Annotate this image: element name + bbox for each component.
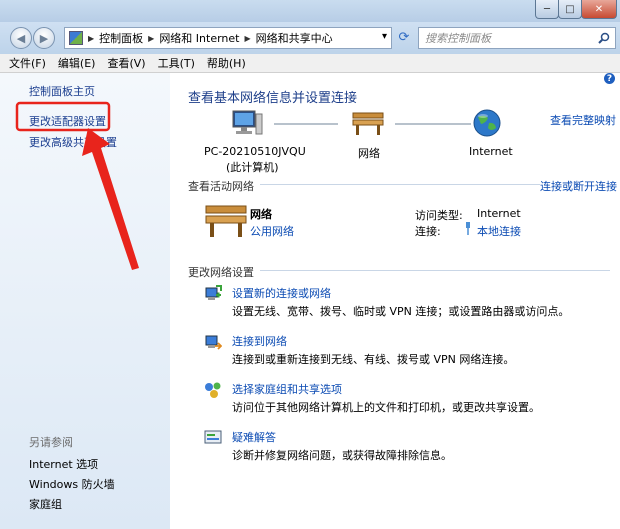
connect-network-icon (205, 335, 222, 350)
maximize-icon: □ (565, 3, 575, 15)
sidebar-homegroup[interactable]: 家庭组 (29, 496, 62, 512)
close-icon: ✕ (594, 3, 604, 15)
forward-button[interactable]: ▶ (33, 27, 55, 49)
network-label: 网络 (358, 147, 380, 160)
internet-label: Internet (469, 145, 513, 158)
sidebar-windows-firewall[interactable]: Windows 防火墙 (29, 476, 115, 492)
breadcrumb-network-sharing[interactable]: 网络和共享中心 (256, 30, 333, 46)
view-full-map-link[interactable]: 查看完整映射 (550, 112, 616, 128)
change-settings-heading: 更改网络设置 (188, 266, 254, 279)
pc-name: PC-20210510JVQU (204, 145, 306, 158)
active-network-name: 网络 (250, 208, 272, 221)
active-networks-heading: 查看活动网络 (188, 180, 254, 193)
troubleshoot-icon (204, 430, 222, 444)
search-input[interactable]: 搜索控制面板 (418, 27, 616, 49)
map-connector (274, 123, 338, 125)
control-panel-icon (69, 31, 83, 45)
access-type-label: 访问类型: (415, 209, 463, 222)
search-placeholder: 搜索控制面板 (425, 32, 491, 45)
menu-edit[interactable]: 编辑(E) (58, 55, 96, 71)
connect-to-network-link[interactable]: 连接到网络 (232, 333, 287, 349)
page-title: 查看基本网络信息并设置连接 (188, 91, 358, 106)
maximize-button[interactable]: □ (558, 0, 582, 19)
crumb-separator-icon[interactable]: ▶ (88, 34, 94, 43)
homegroup-sharing-description: 访问位于其他网络计算机上的文件和打印机，或更改共享设置。 (232, 401, 540, 414)
sidebar-internet-options[interactable]: Internet 选项 (29, 456, 98, 472)
connection-label: 连接: (415, 225, 441, 238)
help-button[interactable]: ? (604, 73, 615, 84)
sidebar-control-panel-home[interactable]: 控制面板主页 (29, 83, 95, 99)
computer-icon (232, 110, 263, 135)
refresh-button[interactable]: ⟳ (394, 27, 414, 47)
setup-connection-link[interactable]: 设置新的连接或网络 (232, 285, 331, 301)
crumb-separator-icon[interactable]: ▶ (245, 34, 251, 43)
internet-globe-icon (473, 109, 501, 137)
sidebar: 控制面板主页 更改适配器设置 更改高级共享设置 另请参阅 Internet 选项… (0, 73, 170, 529)
menu-view[interactable]: 查看(V) (107, 55, 145, 71)
new-connection-icon (205, 285, 222, 300)
refresh-icon: ⟳ (398, 29, 410, 45)
access-type-value: Internet (477, 207, 521, 220)
homegroup-sharing-link[interactable]: 选择家庭组和共享选项 (232, 381, 342, 397)
map-connector (395, 123, 471, 125)
back-button[interactable]: ◀ (10, 27, 32, 49)
sidebar-change-adapter-settings[interactable]: 更改适配器设置 (29, 113, 106, 129)
network-bench-icon (352, 112, 384, 135)
homegroup-icon (205, 382, 221, 398)
address-bar[interactable]: ▶ 控制面板 ▶ 网络和 Internet ▶ 网络和共享中心 ▾ (64, 27, 392, 49)
address-dropdown-icon[interactable]: ▾ (382, 31, 387, 42)
help-icon: ? (606, 73, 613, 84)
address-row: ◀ ▶ ▶ 控制面板 ▶ 网络和 Internet ▶ 网络和共享中心 ▾ ⟳ … (0, 22, 620, 54)
network-bench-icon (205, 205, 247, 237)
breadcrumb-control-panel[interactable]: 控制面板 (99, 30, 143, 46)
close-button[interactable]: ✕ (581, 0, 617, 19)
plug-icon (466, 222, 470, 235)
menu-file[interactable]: 文件(F) (9, 55, 46, 71)
back-arrow-icon: ◀ (16, 31, 26, 45)
forward-arrow-icon: ▶ (39, 31, 49, 45)
menu-bar: 文件(F) 编辑(E) 查看(V) 工具(T) 帮助(H) (0, 54, 620, 73)
connect-disconnect-link[interactable]: 连接或断开连接 (540, 178, 617, 194)
pc-sublabel: (此计算机) (226, 161, 279, 174)
divider (260, 270, 610, 271)
minimize-button[interactable]: ─ (535, 0, 559, 19)
setup-connection-description: 设置无线、宽带、拨号、临时或 VPN 连接；或设置路由器或访问点。 (232, 305, 570, 318)
local-connection-link[interactable]: 本地连接 (477, 223, 521, 239)
search-icon[interactable] (598, 32, 610, 44)
breadcrumb-network-internet[interactable]: 网络和 Internet (159, 30, 239, 46)
troubleshoot-description: 诊断并修复网络问题，或获得故障排除信息。 (232, 449, 452, 462)
crumb-separator-icon[interactable]: ▶ (148, 34, 154, 43)
network-type-link[interactable]: 公用网络 (250, 223, 294, 239)
sidebar-change-advanced-sharing[interactable]: 更改高级共享设置 (29, 134, 117, 150)
menu-tools[interactable]: 工具(T) (158, 55, 195, 71)
main-panel: ? 查看基本网络信息并设置连接 查看完整映射 PC-20210510JVQU (… (170, 73, 620, 529)
troubleshoot-link[interactable]: 疑难解答 (232, 429, 276, 445)
menu-help[interactable]: 帮助(H) (207, 55, 246, 71)
see-also-heading: 另请参阅 (29, 436, 73, 449)
divider (260, 184, 540, 185)
minimize-icon: ─ (543, 3, 551, 15)
connect-to-network-description: 连接到或重新连接到无线、有线、拨号或 VPN 网络连接。 (232, 353, 515, 366)
title-bar: ─ □ ✕ (0, 0, 620, 22)
